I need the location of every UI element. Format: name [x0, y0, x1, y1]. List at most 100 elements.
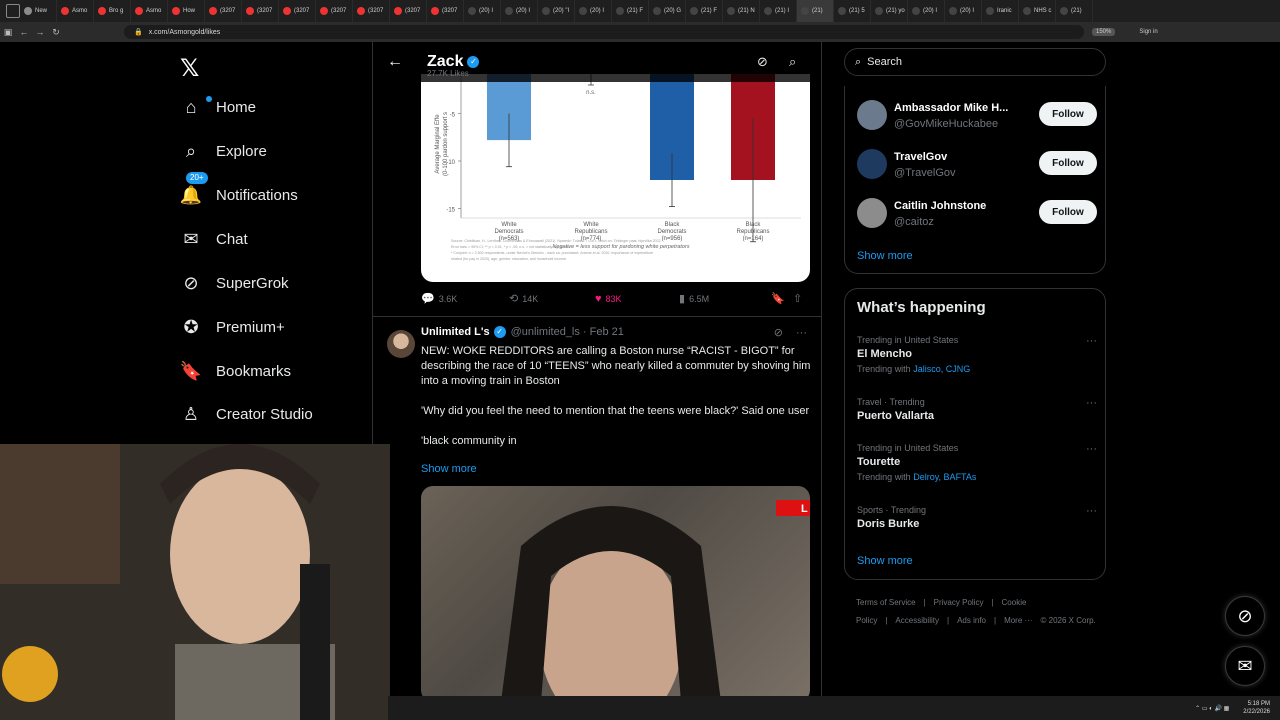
trend-related-links[interactable]: Jalisco, CJNG: [913, 364, 970, 374]
follow-suggestion[interactable]: Ambassador Mike H... @GovMikeHuckabee Foll…: [857, 100, 1097, 136]
search-icon[interactable]: ⌕: [789, 54, 796, 70]
follow-button[interactable]: Follow: [1039, 102, 1097, 126]
avatar[interactable]: [857, 100, 887, 130]
trend-item[interactable]: Trending in United States Tourette Trendin…: [857, 443, 1097, 482]
avatar[interactable]: [387, 330, 415, 358]
browser-tab[interactable]: (21) F: [612, 0, 649, 22]
author-name[interactable]: Unlimited L's: [421, 326, 490, 338]
back-icon[interactable]: ←: [16, 27, 32, 37]
browser-tab[interactable]: Asmo: [57, 0, 94, 22]
browser-tab[interactable]: (3207: [242, 0, 279, 22]
forward-icon[interactable]: →: [32, 27, 48, 37]
browser-tab[interactable]: (21) 5: [834, 0, 871, 22]
browser-tab[interactable]: (3207: [390, 0, 427, 22]
like-button[interactable]: ♥ 83K: [595, 292, 679, 305]
nav-item-creator-studio[interactable]: ♙ Creator Studio: [180, 399, 313, 429]
browser-tab[interactable]: (20) "I: [538, 0, 575, 22]
show-more-link[interactable]: Show more: [421, 463, 477, 475]
footer-link[interactable]: Terms of Service: [856, 598, 916, 607]
footer-link[interactable]: Accessibility: [895, 616, 939, 625]
bookmark-button[interactable]: 🔖: [771, 292, 793, 305]
browser-tab[interactable]: Iranic: [982, 0, 1019, 22]
browser-tab[interactable]: Bro g: [94, 0, 131, 22]
share-button[interactable]: ⇧: [793, 292, 806, 305]
sign-in-button[interactable]: Sign in: [1139, 29, 1157, 35]
trend-item[interactable]: Sports · Trending Doris Burke ···: [857, 505, 1097, 530]
suggestion-name[interactable]: Ambassador Mike H...: [894, 102, 1008, 114]
browser-tab[interactable]: (3207: [279, 0, 316, 22]
nav-item-bookmarks[interactable]: 🔖 Bookmarks: [180, 356, 291, 386]
grok-floating-button[interactable]: ⊘: [1225, 596, 1265, 636]
more-options-icon[interactable]: ···: [1086, 397, 1097, 409]
tweet-video[interactable]: L: [421, 486, 810, 702]
browser-tab[interactable]: NHS c: [1019, 0, 1056, 22]
sidebar-toggle-icon[interactable]: ▣: [0, 27, 16, 38]
follow-suggestion[interactable]: TravelGov @TravelGov Follow: [857, 149, 1097, 185]
more-options-icon[interactable]: ···: [1086, 443, 1097, 455]
browser-tab[interactable]: (3207: [205, 0, 242, 22]
avatar[interactable]: [857, 149, 887, 179]
suggestion-name[interactable]: Caitlin Johnstone: [894, 200, 986, 212]
nav-item-home[interactable]: ⌂ Home: [180, 92, 256, 122]
system-tray-icons[interactable]: ⌃ ▭ ◐ 🔊 ▦: [1195, 705, 1229, 712]
tab-favicon-icon: [764, 7, 772, 15]
more-options-icon[interactable]: ···: [796, 327, 807, 339]
clock[interactable]: 5:18 PM 2/22/2026: [1243, 700, 1270, 716]
show-more-link[interactable]: Show more: [857, 250, 913, 262]
reply-button[interactable]: 💬 3.6K: [421, 292, 509, 305]
browser-tab[interactable]: (20) I: [945, 0, 982, 22]
zoom-indicator[interactable]: 150%: [1092, 28, 1116, 36]
trend-item[interactable]: Trending in United States El Mencho Trendi…: [857, 335, 1097, 374]
footer-link[interactable]: Ads info: [957, 616, 986, 625]
author-handle[interactable]: @unlimited_ls · Feb 21: [511, 326, 624, 338]
follow-suggestion[interactable]: Caitlin Johnstone @caitoz Follow: [857, 198, 1097, 234]
browser-tab[interactable]: (21): [1056, 0, 1093, 22]
views-button[interactable]: ▮ 6.5M: [679, 292, 771, 305]
browser-tab[interactable]: (20) I: [464, 0, 501, 22]
browser-tab[interactable]: (21) I: [760, 0, 797, 22]
repost-button[interactable]: ⟲ 14K: [509, 292, 595, 305]
nav-item-explore[interactable]: ⌕ Explore: [180, 136, 267, 166]
browser-tab[interactable]: (21) yo: [871, 0, 908, 22]
show-more-link[interactable]: Show more: [857, 555, 913, 567]
reload-icon[interactable]: ↻: [48, 27, 64, 38]
url-field[interactable]: 🔒 x.com/Asmongold/likes: [124, 25, 1084, 39]
follow-button[interactable]: Follow: [1039, 200, 1097, 224]
x-logo[interactable]: 𝕏: [180, 54, 199, 83]
back-arrow-icon[interactable]: ←: [387, 53, 403, 71]
nav-item-notifications[interactable]: 🔔 20+ Notifications: [180, 172, 298, 210]
browser-tab[interactable]: (21) F: [686, 0, 723, 22]
avatar[interactable]: [857, 198, 887, 228]
grok-icon[interactable]: ⊘: [774, 327, 783, 339]
trend-item[interactable]: Travel · Trending Puerto Vallarta ···: [857, 397, 1097, 422]
more-options-icon[interactable]: ···: [1086, 505, 1097, 517]
browser-tab[interactable]: (3207: [353, 0, 390, 22]
tab-label: Asmo: [146, 8, 162, 14]
footer-link[interactable]: © 2026 X Corp.: [1041, 616, 1096, 625]
browser-tab[interactable]: (20) I: [501, 0, 538, 22]
messages-floating-button[interactable]: ✉: [1225, 646, 1265, 686]
footer-link[interactable]: More ···: [1004, 616, 1032, 625]
suggestion-name[interactable]: TravelGov: [894, 151, 947, 163]
nav-item-premium[interactable]: ✪ Premium+: [180, 312, 284, 342]
follow-button[interactable]: Follow: [1039, 151, 1097, 175]
browser-tab[interactable]: (3207: [427, 0, 464, 22]
browser-tab[interactable]: New: [20, 0, 57, 22]
nav-item-chat[interactable]: ✉ Chat: [180, 224, 247, 254]
browser-tab[interactable]: (20) I: [908, 0, 945, 22]
trend-related-links[interactable]: Delroy, BAFTAs: [913, 472, 976, 482]
grok-icon[interactable]: ⊘: [757, 54, 768, 70]
browser-tab[interactable]: (20) G: [649, 0, 686, 22]
browser-tab[interactable]: (20) I: [575, 0, 612, 22]
footer-link[interactable]: Privacy Policy: [934, 598, 984, 607]
more-options-icon[interactable]: ···: [1086, 335, 1097, 347]
browser-tab[interactable]: Asmo: [131, 0, 168, 22]
browser-tab[interactable]: (21) N: [723, 0, 760, 22]
browser-tab[interactable]: How: [168, 0, 205, 22]
search-input[interactable]: ⌕ Search: [844, 48, 1106, 76]
tab-actions-icon[interactable]: [6, 4, 20, 18]
browser-tab[interactable]: (3207: [316, 0, 353, 22]
nav-item-supergrok[interactable]: ⊘ SuperGrok: [180, 268, 288, 298]
tweet-chart-image[interactable]: -5 -10 -15 Average Marginal Effe (0-100 pard…: [421, 74, 810, 282]
browser-tab[interactable]: (21): [797, 0, 834, 22]
